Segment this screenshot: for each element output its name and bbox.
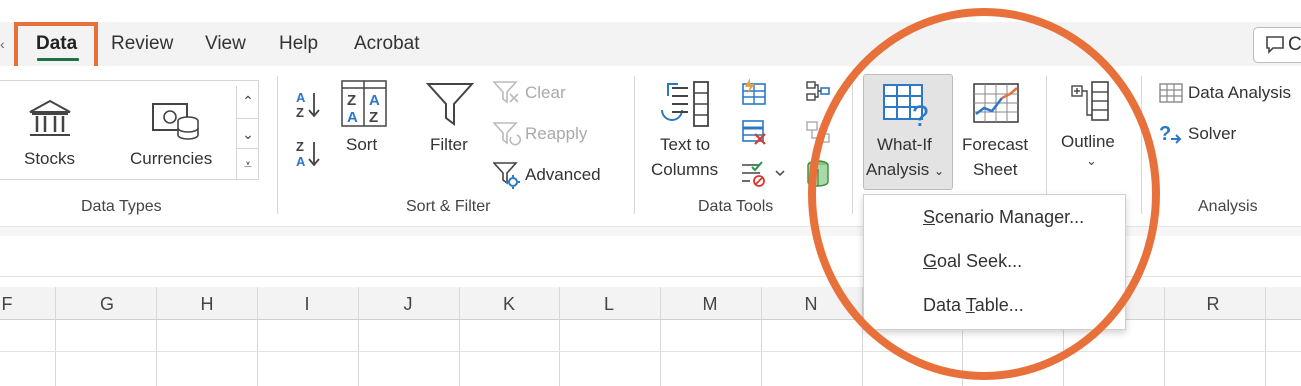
grid-row-line <box>0 351 1301 352</box>
column-header-n[interactable]: N <box>791 294 831 315</box>
svg-text:Z: Z <box>369 109 378 126</box>
grid-line <box>559 287 560 386</box>
scroll-left-icon[interactable]: ‹ <box>0 36 5 52</box>
group-separator <box>277 76 278 214</box>
svg-text:A: A <box>296 154 306 169</box>
group-separator <box>1141 76 1142 214</box>
forecast-sheet-label-1[interactable]: Forecast <box>962 135 1028 155</box>
grid-line <box>459 287 460 386</box>
forecast-sheet-icon <box>972 82 1020 126</box>
advanced-filter-icon[interactable] <box>493 161 521 189</box>
filter-button[interactable]: Filter <box>430 135 468 155</box>
flash-fill-icon[interactable] <box>740 78 768 106</box>
relationships-icon[interactable] <box>805 120 831 146</box>
tab-view[interactable]: View <box>205 33 246 55</box>
grid-line <box>55 287 56 386</box>
column-header-j[interactable]: J <box>388 294 428 315</box>
comments-button[interactable]: C <box>1253 27 1301 63</box>
grid-line <box>156 287 157 386</box>
data-analysis-button[interactable]: Data Analysis <box>1188 83 1291 103</box>
column-header-k[interactable]: K <box>489 294 529 315</box>
clear-filter-icon[interactable] <box>493 80 521 106</box>
group-label-data-types: Data Types <box>81 198 162 215</box>
currencies-button[interactable]: Currencies <box>130 149 212 169</box>
group-separator <box>634 76 635 214</box>
svg-text:Z: Z <box>347 92 356 109</box>
outline-icon <box>1070 80 1114 124</box>
svg-text:Z: Z <box>296 105 304 120</box>
advanced-button[interactable]: Advanced <box>525 165 601 185</box>
stocks-icon <box>26 98 74 140</box>
column-header-i[interactable]: I <box>287 294 327 315</box>
menu-item-goal-seek[interactable]: Goal Seek... <box>923 251 1022 272</box>
column-header-l[interactable]: L <box>589 294 629 315</box>
what-if-analysis-icon: ? <box>882 82 934 128</box>
filter-icon <box>426 80 474 128</box>
gallery-up-button[interactable]: ⌃ <box>236 86 259 118</box>
grid-line <box>257 287 258 386</box>
comment-icon <box>1266 36 1284 54</box>
grid-line <box>761 287 762 386</box>
grid-line <box>358 287 359 386</box>
svg-text:A: A <box>296 90 306 105</box>
data-analysis-icon <box>1158 82 1184 104</box>
grid-line <box>1164 287 1165 386</box>
column-header-m[interactable]: M <box>690 294 730 315</box>
sort-icon: ZA AZ <box>341 80 387 128</box>
tab-acrobat[interactable]: Acrobat <box>354 33 419 55</box>
group-label-data-tools: Data Tools <box>698 198 774 215</box>
tab-review[interactable]: Review <box>111 33 173 55</box>
tab-help[interactable]: Help <box>279 33 318 55</box>
svg-text:?: ? <box>1159 123 1171 145</box>
outline-chevron-icon[interactable]: ⌄ <box>1086 153 1097 169</box>
reapply-icon[interactable] <box>493 121 521 147</box>
svg-text:A: A <box>347 109 358 126</box>
column-header-h[interactable]: H <box>187 294 227 315</box>
grid-line <box>1265 287 1266 386</box>
clear-button[interactable]: Clear <box>525 83 566 103</box>
data-model-icon[interactable] <box>805 160 831 188</box>
reapply-button[interactable]: Reapply <box>525 124 587 144</box>
sort-button[interactable]: Sort <box>346 135 377 155</box>
sort-za-icon[interactable]: ZA <box>294 138 326 170</box>
currencies-icon <box>150 98 202 142</box>
remove-duplicates-icon[interactable] <box>740 118 768 146</box>
group-label-analysis: Analysis <box>1198 198 1258 215</box>
group-separator <box>852 76 853 214</box>
ribbon-tab-bar <box>0 22 1301 66</box>
svg-text:?: ? <box>912 100 929 128</box>
what-if-label-1: What-If <box>877 135 932 154</box>
outline-button[interactable]: Outline <box>1061 132 1115 152</box>
gallery-more-button[interactable]: ⩡ <box>236 148 259 180</box>
gallery-down-button[interactable]: ⌄ <box>236 118 259 150</box>
tab-highlight-annotation <box>14 22 98 72</box>
what-if-label-2: Analysis ⌄ <box>866 160 945 179</box>
column-header-r[interactable]: R <box>1193 294 1233 315</box>
group-label-sort-filter: Sort & Filter <box>406 198 491 215</box>
stocks-button[interactable]: Stocks <box>24 149 75 169</box>
menu-item-data-table[interactable]: Data Table... <box>923 295 1024 316</box>
grid-line <box>660 287 661 386</box>
text-to-columns-label-1[interactable]: Text to <box>660 135 710 155</box>
svg-text:A: A <box>369 92 380 109</box>
column-header-g[interactable]: G <box>87 294 127 315</box>
text-to-columns-icon <box>658 80 712 130</box>
consolidate-icon[interactable] <box>805 80 831 106</box>
svg-text:Z: Z <box>296 139 304 154</box>
chevron-down-icon: ⌄ <box>934 164 945 178</box>
solver-icon: ? <box>1158 122 1184 146</box>
sort-az-icon[interactable]: AZ <box>294 89 326 121</box>
data-validation-icon[interactable] <box>740 160 786 188</box>
solver-button[interactable]: Solver <box>1188 124 1236 144</box>
menu-item-scenario-manager[interactable]: Scenario Manager... <box>923 207 1084 228</box>
text-to-columns-label-2[interactable]: Columns <box>651 160 718 180</box>
column-header-f[interactable]: F <box>0 294 27 315</box>
forecast-sheet-label-2[interactable]: Sheet <box>973 160 1017 180</box>
